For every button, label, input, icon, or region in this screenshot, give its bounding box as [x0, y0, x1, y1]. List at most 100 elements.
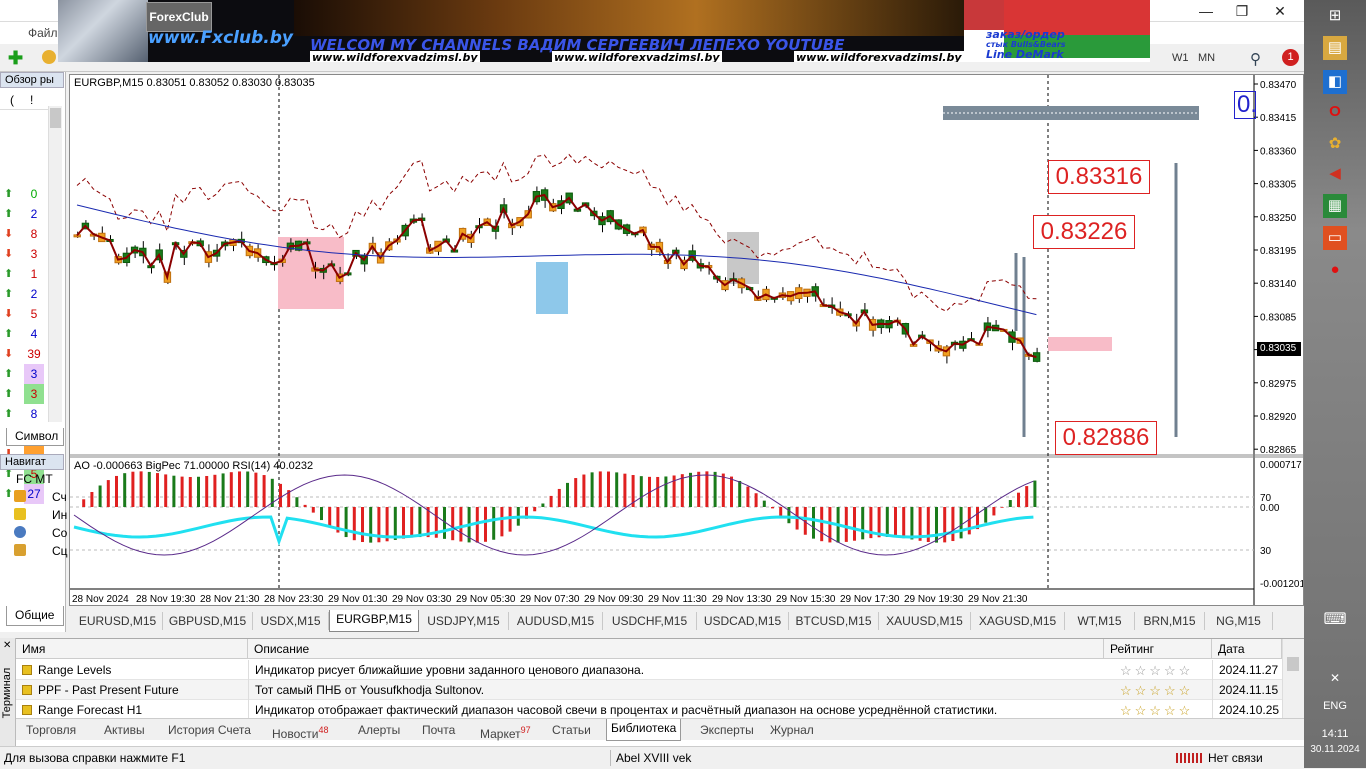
keyboard-icon[interactable]: ⌨ [1323, 608, 1347, 632]
ao-bar [475, 507, 479, 543]
minimize-button[interactable]: — [1188, 0, 1224, 22]
terminal-tab[interactable]: Эксперты [696, 721, 758, 739]
library-row[interactable]: PPF - Past Present Future Тот самый ПНБ о… [16, 680, 1282, 700]
col-desc-header[interactable]: Описание [248, 639, 1104, 659]
chart-tab[interactable]: XAUUSD,M15 [879, 612, 971, 630]
chart-tab[interactable]: BTCUSD,M15 [789, 612, 879, 630]
ad-banner: ForexClub www.Fxclub.by WELCOM MY CHANNE… [58, 0, 1150, 62]
close-button[interactable]: ✕ [1262, 0, 1298, 22]
terminal-tab[interactable]: Торговля [22, 721, 80, 739]
new-order-icon[interactable]: ✚ [8, 48, 30, 68]
market-watch-scrollbar[interactable] [48, 106, 62, 422]
ao-bar [549, 495, 553, 507]
terminal-scrollbar[interactable] [1282, 639, 1304, 719]
clock-time[interactable]: 14:11 [1304, 728, 1366, 740]
market-watch-header[interactable]: Обзор ры [0, 72, 64, 88]
terminal-tab[interactable]: Алерты [354, 721, 404, 739]
mt-icon[interactable]: ▭ [1323, 226, 1347, 250]
osc-tick-label: 0.000717 [1260, 460, 1302, 471]
x-tick-label: 29 Nov 17:30 [840, 594, 900, 605]
terminal-tab[interactable]: Маркет97 [476, 721, 535, 741]
chart-tab[interactable]: EURUSD,M15 [73, 612, 163, 630]
terminal-tab[interactable]: Журнал [766, 721, 818, 739]
chart-tab[interactable]: GBPUSD,M15 [163, 612, 253, 630]
status-divider [610, 750, 611, 766]
column-alert[interactable]: ! [30, 93, 33, 107]
chart-tab[interactable]: USDCHF,M15 [603, 612, 697, 630]
terminal-tab[interactable]: Статьи [548, 721, 595, 739]
chart-tab[interactable]: USDJPY,M15 [419, 612, 509, 630]
record-icon[interactable]: ● [1323, 258, 1347, 282]
column-symbol[interactable]: ( [10, 93, 14, 107]
terminal-scrollbar-thumb[interactable] [1287, 657, 1299, 671]
terminal-tab-label: Журнал [770, 723, 814, 737]
market-watch-value: 0 [24, 184, 44, 204]
terminal-tab[interactable]: Библиотека [606, 719, 682, 741]
col-name-header[interactable]: Имя [16, 639, 248, 659]
chart-tab[interactable]: AUDUSD,M15 [509, 612, 603, 630]
opera-icon[interactable]: O [1323, 100, 1347, 124]
search-icon[interactable]: ⚲ [1250, 50, 1261, 68]
terminal-tab[interactable]: История Счета [164, 721, 255, 739]
arrow-down-icon: ⬇ [4, 348, 14, 360]
chart-tab[interactable]: WT,M15 [1065, 612, 1135, 630]
library-date: 2024.11.15 [1212, 680, 1282, 700]
tf-w1-button[interactable]: W1 [1172, 52, 1189, 64]
price-chart[interactable]: 0.83470 0.83415 0.83360 0.83305 0.83250 0.831… [70, 75, 1303, 605]
maximize-button[interactable]: ❐ [1224, 0, 1260, 22]
notifications-badge[interactable]: 1 [1282, 49, 1299, 66]
terminal-close-icon[interactable]: ✕ [3, 640, 11, 651]
chart-tab[interactable]: NG,M15 [1205, 612, 1273, 630]
chart-tab[interactable]: XAGUSD,M15 [971, 612, 1065, 630]
ao-bar [1025, 486, 1029, 507]
start-icon[interactable]: ⊞ [1323, 4, 1347, 28]
chart-tab[interactable]: BRN,M15 [1135, 612, 1205, 630]
general-tab[interactable]: Общие [6, 606, 64, 626]
tf-mn-button[interactable]: MN [1198, 52, 1215, 64]
nav-item-accounts[interactable]: Сч [52, 490, 67, 504]
explorer-icon[interactable]: ▤ [1323, 36, 1347, 60]
library-description: Индикатор отображает фактический диапазо… [248, 700, 1104, 720]
navigator-header[interactable]: Навигат [0, 454, 64, 470]
ao-bar [262, 475, 266, 507]
terminal-tab[interactable]: Активы [100, 721, 149, 739]
banner-photo [58, 0, 148, 62]
terminal-tab-label: Почта [422, 723, 456, 737]
nav-root[interactable]: FC MT [16, 472, 53, 486]
language-indicator[interactable]: ENG [1304, 700, 1366, 712]
nav-item-indicators[interactable]: Ин [52, 508, 67, 522]
terminal-tab[interactable]: Новости48 [268, 721, 332, 741]
terminal-tab-label: Библиотека [611, 721, 677, 735]
chart-window[interactable]: 0.83470 0.83415 0.83360 0.83305 0.83250 0.831… [69, 74, 1304, 606]
sound-icon[interactable]: ◀ [1323, 162, 1347, 186]
toolbar-icon[interactable] [42, 50, 56, 64]
network-icon[interactable]: ✕ [1323, 666, 1347, 690]
arrow-down-icon: ⬇ [4, 248, 14, 260]
ao-bar [689, 472, 692, 507]
nav-item-scripts[interactable]: Сц [52, 544, 68, 558]
scrollbar-thumb[interactable] [50, 108, 61, 128]
ao-bar [303, 504, 307, 507]
library-date: 2024.10.25 [1212, 700, 1282, 720]
x-tick-label: 28 Nov 21:30 [200, 594, 260, 605]
terminal-tab[interactable]: Почта [418, 721, 459, 739]
library-row[interactable]: Range Levels Индикатор рисует ближайшие у… [16, 660, 1282, 680]
banner-url-1: www.wildforexvadzimsl.by [310, 51, 480, 62]
app-icon[interactable]: ◧ [1323, 70, 1347, 94]
paint-icon[interactable]: ✿ [1323, 132, 1347, 156]
col-rating-header[interactable]: Рейтинг [1104, 639, 1212, 659]
calculator-icon[interactable]: ▦ [1323, 194, 1347, 218]
clock-date[interactable]: 30.11.2024 [1304, 744, 1366, 755]
chart-tab[interactable]: EURGBP,M15 [329, 610, 419, 632]
arrow-up-icon: ⬆ [4, 328, 14, 340]
library-row[interactable]: Range Forecast H1 Индикатор отображает фа… [16, 700, 1282, 720]
ao-bar [295, 497, 299, 507]
chart-tab[interactable]: USDX,M15 [253, 612, 329, 630]
menu-file[interactable]: Файл [28, 26, 58, 40]
symbols-tab[interactable]: Символ [6, 428, 64, 446]
status-profile[interactable]: Abel XVIII vek [616, 747, 691, 769]
nav-item-experts[interactable]: Со [52, 526, 67, 540]
terminal-tab-label: Торговля [26, 723, 77, 737]
chart-tab[interactable]: USDCAD,M15 [697, 612, 789, 630]
col-date-header[interactable]: Дата [1212, 639, 1282, 659]
